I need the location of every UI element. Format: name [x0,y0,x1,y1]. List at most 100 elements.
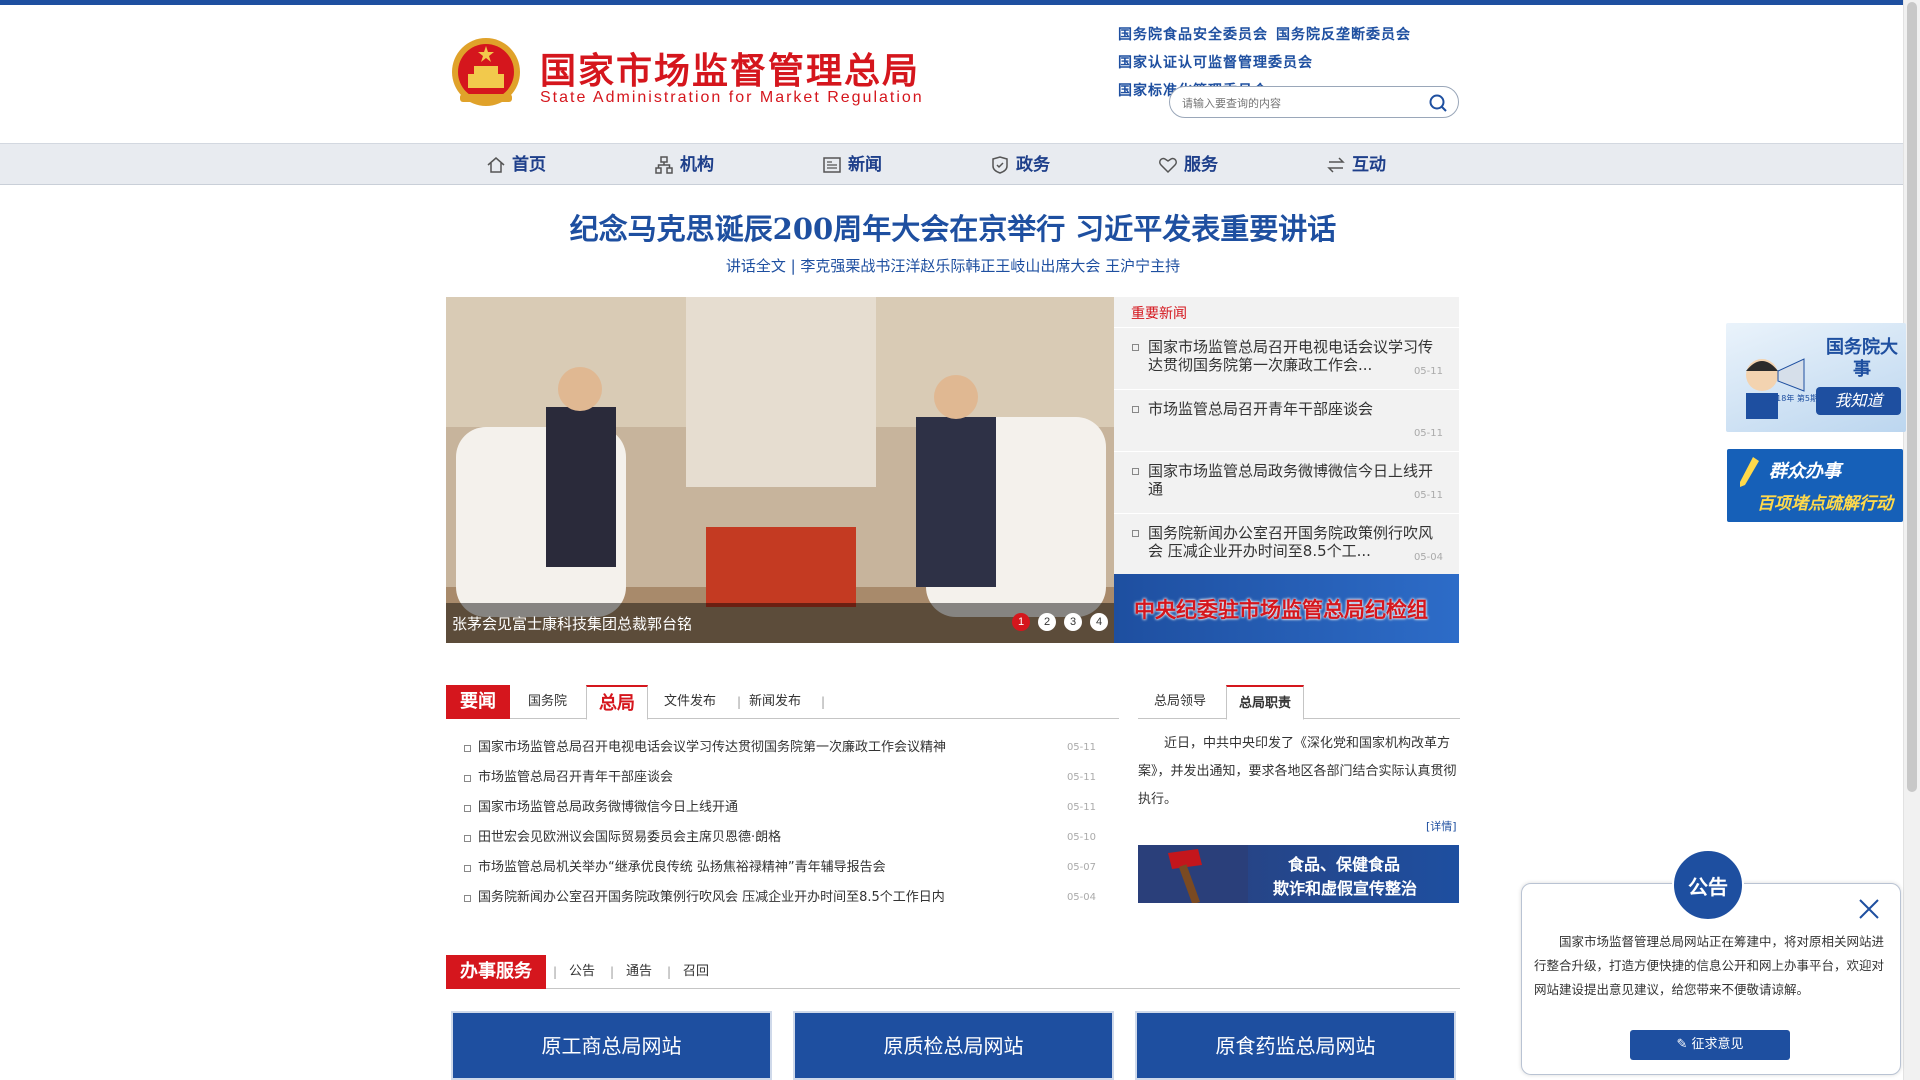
tab-recalls[interactable]: 召回 [671,955,721,989]
exchange-icon [1327,157,1345,173]
nav-interact[interactable]: 互动 [1326,144,1386,186]
important-news-date: 05-11 [1413,366,1443,377]
hammer-icon [1138,845,1248,903]
nav-news[interactable]: 新闻 [822,144,882,186]
state-council-affairs-issue: 2018年 第5期 [1766,394,1818,403]
news-list: 国家市场监管总局召开电视电话会议学习传达贯彻国务院第一次廉政工作会议精神 05-1… [446,733,1118,913]
news-row-date: 05-10 [1066,832,1096,843]
slide-dot-4[interactable]: 4 [1090,613,1108,631]
nav-news-label: 新闻 [848,155,882,175]
slideshow-caption-bar: 张茅会见富士康科技集团总裁郭台铭 1 2 3 4 [446,603,1114,643]
leader-tabbar: 总局领导 总局职责 [1138,685,1460,720]
national-emblem-icon [452,38,520,106]
tab-announcements[interactable]: 公告 [557,955,607,989]
news-row[interactable]: 市场监管总局机关举办“继承优良传统 弘扬焦裕禄精神”青年辅导报告会 05-07 [446,853,1118,883]
news-icon [823,157,841,173]
important-news-item[interactable]: 国家市场监管总局召开电视电话会议学习传达贯彻国务院第一次廉政工作会... 05-1… [1114,327,1459,389]
news-row-title[interactable]: 田世宏会见欧洲议会国际贸易委员会主席贝恩德·朗格 [478,830,781,845]
tab-headquarters[interactable]: 总局 [586,685,648,720]
logo-chinese-title: 国家市场监督管理总局 [540,51,921,92]
state-council-affairs-title: 国务院大事 [1826,337,1898,380]
important-news-text[interactable]: 国务院新闻办公室召开国务院政策例行吹风会 压减企业开办时间至8.5个工... [1148,524,1433,560]
important-news-date: 05-04 [1413,552,1443,563]
nav-home[interactable]: 首页 [486,144,546,186]
legacy-sites: 原工商总局网站 原质检总局网站 原食药监总局网站 [451,1011,1459,1080]
slideshow-photo [446,297,1114,643]
tab-leaders[interactable]: 总局领导 [1142,685,1218,719]
heart-icon [1159,157,1177,174]
important-news-text[interactable]: 国家市场监管总局召开电视电话会议学习传达贯彻国务院第一次廉政工作会... [1148,338,1433,374]
site-logo[interactable]: 国家市场监督管理总局 State Administration for Mark… [450,34,930,114]
notice-text: 国家市场监督管理总局网站正在筹建中，将对原相关网站进行整合升级，打造方便快捷的信… [1534,934,1885,997]
discipline-inspection-banner-text: 中央纪委驻市场监管总局纪检组 [1134,598,1428,622]
important-news-item[interactable]: 国务院新闻办公室召开国务院政策例行吹风会 压减企业开办时间至8.5个工... 05… [1114,513,1459,575]
tab-state-council[interactable]: 国务院 [516,685,579,719]
news-row[interactable]: 市场监管总局召开青年干部座谈会 05-11 [446,763,1118,793]
nav-service-label: 服务 [1184,155,1218,175]
news-row-date: 05-07 [1066,862,1096,873]
news-row-title[interactable]: 国家市场监管总局政务微博微信今日上线开通 [478,800,738,815]
nav-service[interactable]: 服务 [1158,144,1218,186]
slideshow-caption[interactable]: 张茅会见富士康科技集团总裁郭台铭 [452,613,692,634]
pen-icon [1740,457,1759,487]
tab-notices[interactable]: 通告 [614,955,664,989]
feedback-button-label: 征求意见 [1691,1037,1744,1052]
state-council-affairs-ad[interactable]: 国务院大事 2018年 第5期 我知道 [1726,323,1906,432]
public-affairs-ad[interactable]: 群众办事 百项堵点疏解行动 [1727,449,1903,522]
news-row-title[interactable]: 国家市场监管总局召开电视电话会议学习传达贯彻国务院第一次廉政工作会议精神 [478,740,946,755]
feedback-icon: ✎ [1676,1037,1692,1052]
public-affairs-ad-line2: 百项堵点疏解行动 [1757,494,1893,514]
news-row-title[interactable]: 市场监管总局机关举办“继承优良传统 弘扬焦裕禄精神”青年辅导报告会 [478,860,886,875]
news-row[interactable]: 国家市场监管总局政务微博微信今日上线开通 05-11 [446,793,1118,823]
news-row[interactable]: 国家市场监管总局召开电视电话会议学习传达贯彻国务院第一次廉政工作会议精神 05-1… [446,733,1118,763]
feedback-button[interactable]: ✎ 征求意见 [1630,1030,1790,1060]
main-nav: 首页 机构 新闻 政务 服务 互动 [0,143,1903,185]
news-row[interactable]: 田世宏会见欧洲议会国际贸易委员会主席贝恩德·朗格 05-10 [446,823,1118,853]
page-scrollbar[interactable] [1903,0,1920,1080]
slide-dot-2[interactable]: 2 [1038,613,1056,631]
nav-gov[interactable]: 政务 [990,144,1050,186]
scrollbar-thumb[interactable] [1907,2,1917,792]
tab-services[interactable]: 办事服务 [446,955,546,989]
news-row[interactable]: 国务院新闻办公室召开国务院政策例行吹风会 压减企业开办时间至8.5个工作日内 05… [446,883,1118,913]
link-certification-committee[interactable]: 国家认证认可监督管理委员会 [1118,52,1313,72]
nav-org[interactable]: 机构 [654,144,714,186]
duty-detail-link[interactable]: [详情] [1426,818,1457,834]
news-slideshow[interactable]: 张茅会见富士康科技集团总裁郭台铭 1 2 3 4 [446,297,1114,643]
news-row-title[interactable]: 市场监管总局召开青年干部座谈会 [478,770,673,785]
nav-home-label: 首页 [512,155,546,175]
tab-documents[interactable]: 文件发布 [652,685,728,719]
tab-duties[interactable]: 总局职责 [1226,685,1305,720]
aqsiq-site-card[interactable]: 原质检总局网站 [793,1011,1114,1080]
headline-title[interactable]: 纪念马克思诞辰200周年大会在京举行 习近平发表重要讲话 [446,206,1460,248]
search-input[interactable] [1182,93,1422,113]
megaphone-man-icon [1746,358,1805,419]
food-fraud-banner-line1: 食品、保健食品 [1288,855,1401,874]
tab-key-news[interactable]: 要闻 [446,685,510,719]
slide-dot-1[interactable]: 1 [1012,613,1030,631]
important-news-date: 05-11 [1413,490,1443,501]
nav-interact-label: 互动 [1352,155,1386,175]
home-icon [487,157,505,173]
important-news-item[interactable]: 市场监管总局召开青年干部座谈会 05-11 [1114,389,1459,451]
important-news-text[interactable]: 市场监管总局召开青年干部座谈会 [1148,400,1373,418]
important-news-text[interactable]: 国家市场监管总局政务微博微信今日上线开通 [1148,462,1433,498]
important-news-item[interactable]: 国家市场监管总局政务微博微信今日上线开通 05-11 [1114,451,1459,513]
food-fraud-banner[interactable]: 食品、保健食品 欺诈和虚假宣传整治 [1138,845,1459,903]
discipline-inspection-banner[interactable]: 中央纪委驻市场监管总局纪检组 [1114,574,1459,643]
headline-subtitle[interactable]: 讲话全文 | 李克强栗战书汪洋赵乐际韩正王岐山出席大会 王沪宁主持 [446,255,1460,276]
cfda-site-card[interactable]: 原食药监总局网站 [1135,1011,1456,1080]
state-council-affairs-tag: 我知道 [1816,387,1901,415]
link-food-safety-committee[interactable]: 国务院食品安全委员会 [1118,24,1268,44]
news-row-title[interactable]: 国务院新闻办公室召开国务院政策例行吹风会 压减企业开办时间至8.5个工作日内 [478,890,945,905]
tab-press-release[interactable]: 新闻发布 [737,685,813,719]
slide-dot-3[interactable]: 3 [1064,613,1082,631]
link-antimonopoly-committee[interactable]: 国务院反垄断委员会 [1276,24,1411,44]
news-row-date: 05-11 [1066,772,1096,783]
saic-site-card[interactable]: 原工商总局网站 [451,1011,772,1080]
org-icon [655,156,673,174]
tab-separator: | [821,695,826,709]
nav-gov-label: 政务 [1016,155,1050,175]
search-icon[interactable] [1428,93,1448,113]
close-icon[interactable] [1856,896,1882,922]
